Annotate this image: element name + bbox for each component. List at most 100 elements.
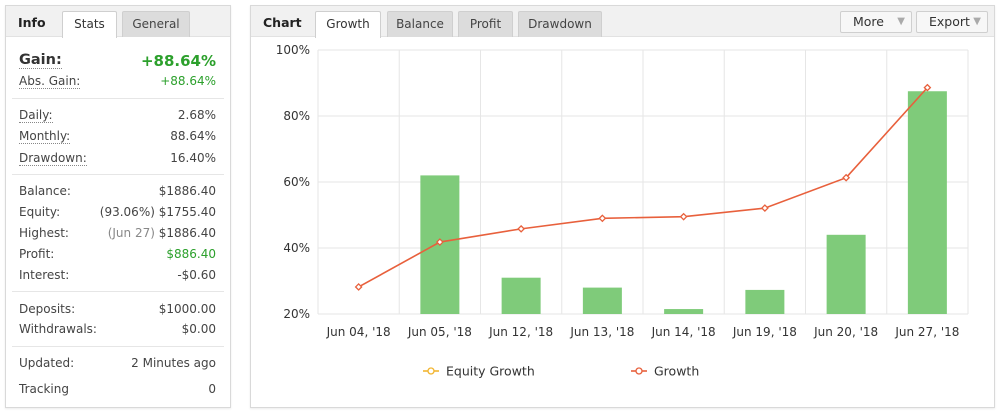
- legend-marker: [635, 367, 643, 375]
- balance-value: $1886.40: [158, 184, 216, 198]
- tab-info[interactable]: Info: [18, 15, 46, 30]
- highest-row: Highest: (Jun 27) $1886.40: [19, 226, 216, 244]
- withdrawals-label: Withdrawals:: [19, 322, 97, 336]
- tab-stats[interactable]: Stats: [62, 11, 117, 38]
- tracking-value: 0: [208, 382, 216, 396]
- equity-percent: (93.06%): [99, 205, 155, 219]
- bar: [745, 289, 785, 314]
- x-tick-label: Jun 14, '18: [651, 325, 716, 339]
- y-tick-label: 40%: [283, 241, 310, 255]
- gain-value: +88.64%: [140, 52, 216, 70]
- bar: [826, 234, 866, 314]
- info-tabbar: Info Stats General: [6, 6, 230, 38]
- legend-marker: [427, 367, 435, 375]
- drawdown-value: 16.40%: [170, 151, 216, 165]
- profit-row: Profit: $886.40: [19, 247, 216, 265]
- bar: [501, 277, 541, 314]
- tab-drawdown[interactable]: Drawdown: [518, 11, 602, 37]
- growth-point: [760, 204, 769, 212]
- more-button[interactable]: More ▼: [840, 11, 912, 33]
- tab-balance[interactable]: Balance: [387, 11, 453, 37]
- withdrawals-value: $0.00: [181, 322, 216, 336]
- equity-value-wrap: (93.06%) $1755.40: [100, 205, 216, 219]
- deposits-value: $1000.00: [158, 302, 216, 316]
- equity-row: Equity: (93.06%) $1755.40: [19, 205, 216, 223]
- daily-value: 2.68%: [177, 108, 216, 122]
- gain-label: Gain:: [19, 52, 62, 69]
- highest-value-wrap: (Jun 27) $1886.40: [108, 226, 216, 240]
- profit-label: Profit:: [19, 247, 55, 261]
- tracking-row: Tracking 0: [19, 382, 216, 400]
- daily-label: Daily:: [19, 108, 53, 123]
- x-tick-label: Jun 27, '18: [894, 325, 959, 339]
- legend-label: Growth: [654, 364, 699, 379]
- tab-growth[interactable]: Growth: [315, 11, 381, 38]
- balance-label: Balance:: [19, 184, 71, 198]
- abs-gain-value: +88.64%: [160, 74, 216, 88]
- equity-value: $1755.40: [158, 205, 216, 219]
- chevron-down-icon: ▼: [973, 16, 981, 27]
- interest-row: Interest: -$0.60: [19, 268, 216, 286]
- balance-row: Balance: $1886.40: [19, 184, 216, 202]
- highest-date: (Jun 27): [107, 226, 155, 240]
- y-tick-label: 80%: [283, 109, 310, 123]
- divider: [12, 174, 224, 175]
- monthly-label: Monthly:: [19, 129, 71, 144]
- tab-profit[interactable]: Profit: [458, 11, 513, 37]
- abs-gain-row: Abs. Gain: +88.64%: [19, 74, 216, 92]
- bar: [664, 309, 704, 314]
- x-tick-label: Jun 20, '18: [813, 325, 878, 339]
- bar-layer: [420, 91, 947, 314]
- y-tick-label: 100%: [276, 43, 310, 57]
- highest-value: $1886.40: [158, 226, 216, 240]
- x-tick-label: Jun 04, '18: [326, 325, 391, 339]
- monthly-value: 88.64%: [170, 129, 216, 143]
- growth-point: [354, 283, 363, 291]
- growth-point: [679, 212, 688, 221]
- profit-value: $886.40: [166, 247, 216, 261]
- interest-label: Interest:: [19, 268, 70, 282]
- abs-gain-label: Abs. Gain:: [19, 74, 81, 89]
- growth-point: [517, 224, 526, 233]
- bar: [582, 287, 622, 314]
- deposits-label: Deposits:: [19, 302, 76, 316]
- divider: [12, 98, 224, 99]
- growth-chart: 20% 40% 60% 80% 100% Jun 04, '18 Jun 05, '18 Ju…: [276, 43, 969, 379]
- export-label: Export: [929, 14, 970, 29]
- equity-label: Equity:: [19, 205, 61, 219]
- deposits-row: Deposits: $1000.00: [19, 302, 216, 320]
- gain-row: Gain: +88.64%: [19, 52, 216, 72]
- updated-row: Updated: 2 Minutes ago: [19, 356, 216, 374]
- x-tick-label: Jun 13, '18: [569, 325, 634, 339]
- divider: [12, 346, 224, 347]
- tracking-label: Tracking: [19, 382, 69, 396]
- drawdown-label: Drawdown:: [19, 151, 87, 166]
- daily-row: Daily: 2.68%: [19, 108, 216, 126]
- x-tick-label: Jun 05, '18: [407, 325, 472, 339]
- legend-layer: Equity Growth Growth: [423, 364, 699, 379]
- grid-layer: [317, 49, 969, 315]
- drawdown-row: Drawdown: 16.40%: [19, 151, 216, 169]
- highest-label: Highest:: [19, 226, 69, 240]
- export-button[interactable]: Export ▼: [916, 11, 988, 33]
- y-tick-label: 20%: [283, 307, 310, 321]
- legend-label: Equity Growth: [446, 364, 535, 379]
- tab-general[interactable]: General: [122, 11, 190, 37]
- x-tick-label: Jun 19, '18: [732, 325, 797, 339]
- chart-title: Chart: [263, 15, 302, 30]
- chevron-down-icon: ▼: [897, 16, 905, 27]
- bar: [907, 91, 947, 314]
- updated-label: Updated:: [19, 356, 75, 370]
- interest-value: -$0.60: [177, 268, 216, 282]
- withdrawals-row: Withdrawals: $0.00: [19, 322, 216, 340]
- chart-panel: Chart Growth Balance Profit Drawdown Mor…: [250, 5, 995, 408]
- x-tick-label: Jun 12, '18: [488, 325, 553, 339]
- updated-value: 2 Minutes ago: [131, 356, 216, 370]
- monthly-row: Monthly: 88.64%: [19, 129, 216, 147]
- divider: [12, 291, 224, 292]
- info-panel: Info Stats General Gain: +88.64% Abs. Ga…: [5, 5, 231, 408]
- y-tick-label: 60%: [283, 175, 310, 189]
- more-label: More: [853, 14, 884, 29]
- chart-tabbar: Chart Growth Balance Profit Drawdown Mor…: [251, 6, 994, 38]
- growth-point: [598, 214, 607, 223]
